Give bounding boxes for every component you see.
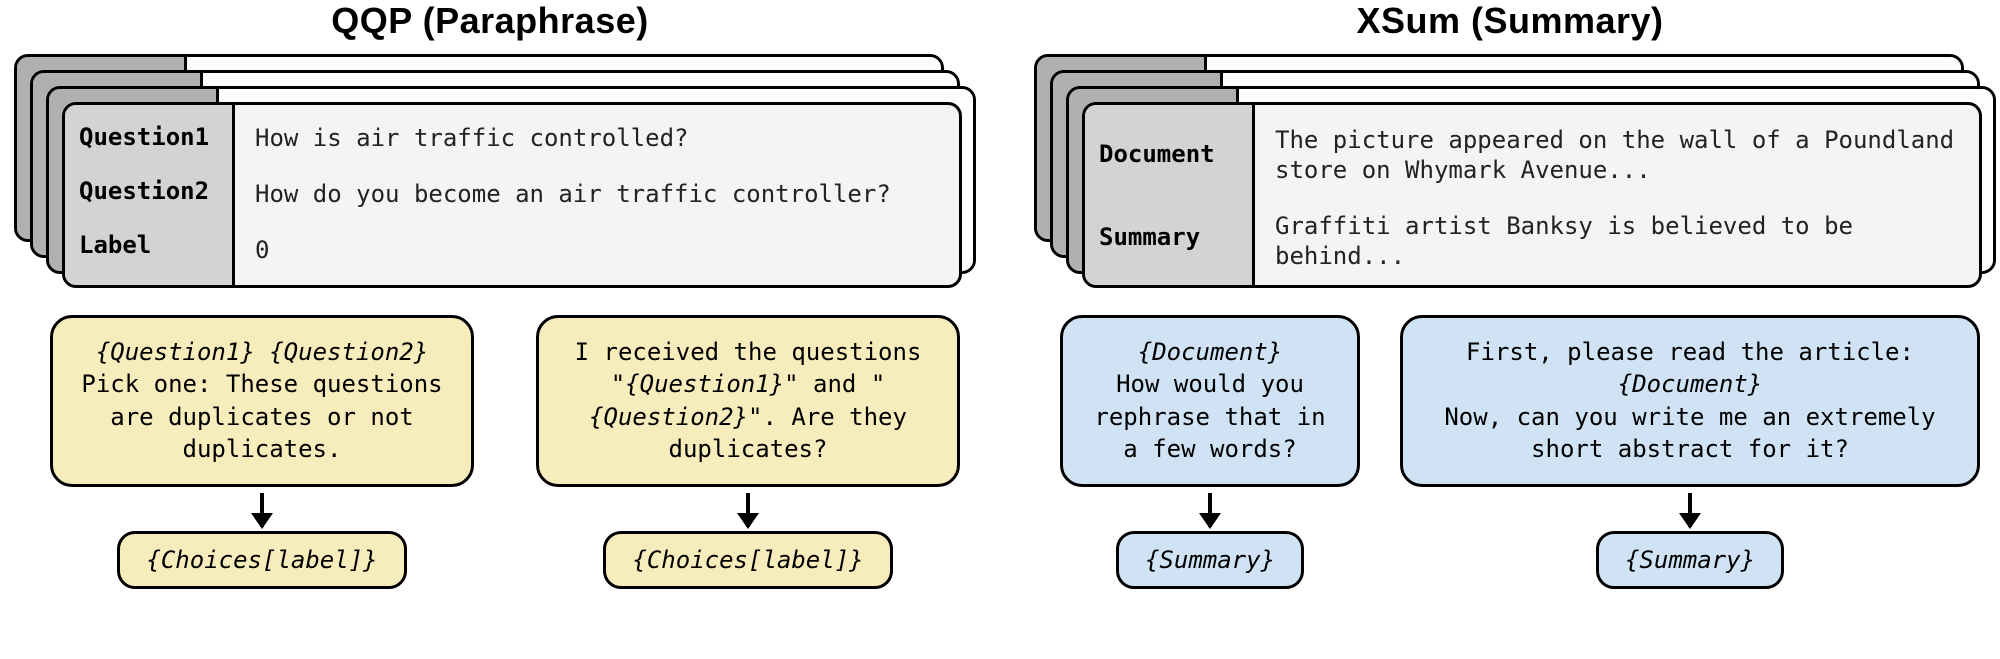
arrow-icon	[1688, 493, 1692, 527]
field-value-document: The picture appeared on the wall of a Po…	[1275, 125, 1959, 185]
xsum-panel: XSum (Summary) Document Summary The pict…	[1040, 0, 1980, 589]
qqp-card-stack: Question1 Question2 Label How is air tra…	[20, 60, 960, 285]
arrow-icon	[1208, 493, 1212, 527]
xsum-prompt-row: {Document}How would you rephrase that in…	[1060, 315, 1980, 589]
field-label-question1: Question1	[79, 123, 218, 151]
xsum-field-labels: Document Summary	[1085, 105, 1255, 285]
xsum-title: XSum (Summary)	[1040, 0, 1980, 42]
field-value-question1: How is air traffic controlled?	[255, 123, 939, 153]
xsum-prompt-bubble-1: {Document}How would you rephrase that in…	[1060, 315, 1360, 487]
qqp-output-bubble-2: {Choices[label]}	[603, 531, 892, 589]
xsum-field-values: The picture appeared on the wall of a Po…	[1255, 105, 1979, 285]
field-label-document: Document	[1099, 140, 1238, 168]
qqp-field-values: How is air traffic controlled? How do yo…	[235, 105, 959, 285]
qqp-prompt-2: I received the questions "{Question1}" a…	[536, 315, 960, 589]
field-label-label: Label	[79, 231, 218, 259]
xsum-prompt-1: {Document}How would you rephrase that in…	[1060, 315, 1360, 589]
field-value-question2: How do you become an air traffic control…	[255, 179, 939, 209]
qqp-output-bubble-1: {Choices[label]}	[117, 531, 406, 589]
qqp-prompt-1: {Question1} {Question2}Pick one: These q…	[50, 315, 474, 589]
xsum-card-stack: Document Summary The picture appeared on…	[1040, 60, 1980, 285]
field-value-summary: Graffiti artist Banksy is believed to be…	[1275, 211, 1959, 271]
xsum-output-bubble-1: {Summary}	[1116, 531, 1304, 589]
xsum-prompt-2: First, please read the article: {Documen…	[1400, 315, 1980, 589]
qqp-prompt-row: {Question1} {Question2}Pick one: These q…	[50, 315, 960, 589]
qqp-example-card: Question1 Question2 Label How is air tra…	[62, 102, 962, 288]
field-label-question2: Question2	[79, 177, 218, 205]
qqp-field-labels: Question1 Question2 Label	[65, 105, 235, 285]
arrow-icon	[260, 493, 264, 527]
qqp-prompt-bubble-2: I received the questions "{Question1}" a…	[536, 315, 960, 487]
xsum-prompt-bubble-2: First, please read the article: {Documen…	[1400, 315, 1980, 487]
arrow-icon	[746, 493, 750, 527]
xsum-output-bubble-2: {Summary}	[1596, 531, 1784, 589]
qqp-title: QQP (Paraphrase)	[20, 0, 960, 42]
qqp-panel: QQP (Paraphrase) Question1 Question2 Lab…	[20, 0, 960, 589]
field-label-summary: Summary	[1099, 223, 1238, 251]
xsum-example-card: Document Summary The picture appeared on…	[1082, 102, 1982, 288]
field-value-label: 0	[255, 235, 939, 265]
qqp-prompt-bubble-1: {Question1} {Question2}Pick one: These q…	[50, 315, 474, 487]
